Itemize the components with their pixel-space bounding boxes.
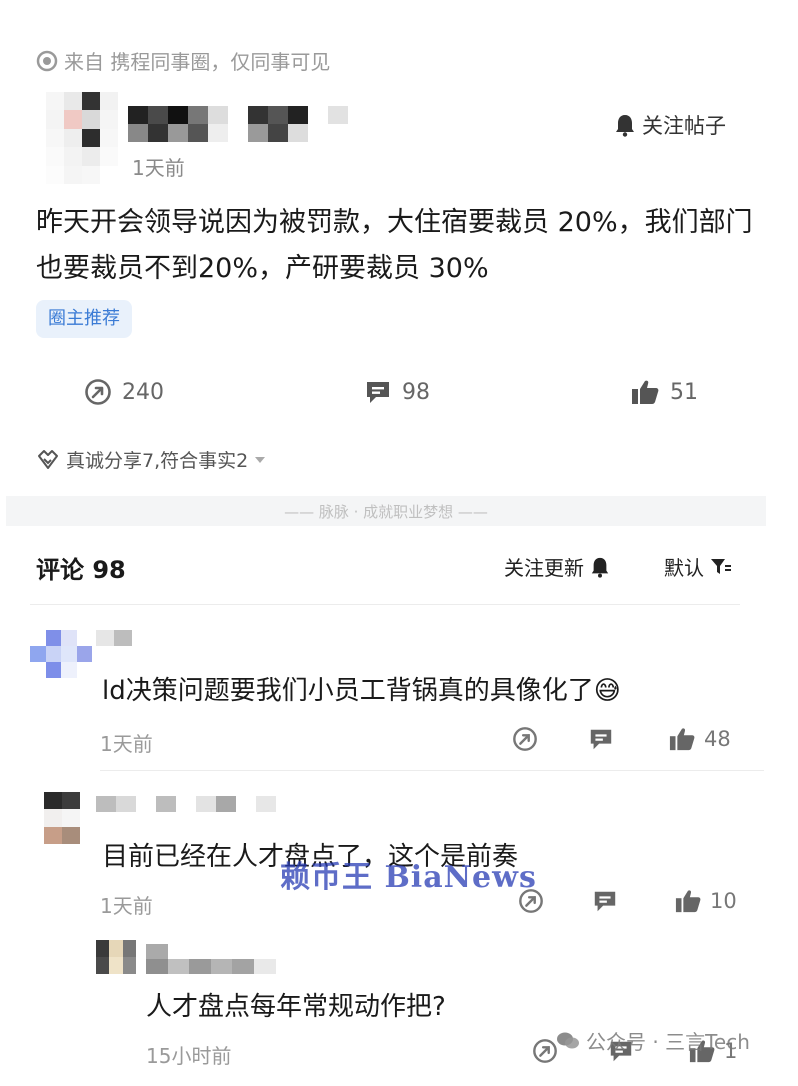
post-source-text: 来自 携程同事圈，仅同事可见 bbox=[64, 50, 331, 74]
wechat-watermark: 公众号 · 三言Tech bbox=[556, 1026, 750, 1055]
comment-bubble-icon bbox=[592, 888, 618, 914]
thumbs-up-icon bbox=[674, 888, 702, 914]
share-arrow-icon bbox=[512, 726, 538, 752]
comment-stat[interactable]: 98 bbox=[364, 378, 430, 406]
sweat-smile-emoji: 😅 bbox=[593, 676, 621, 706]
reply-text: 人才盘点每年常规动作把? bbox=[146, 992, 446, 1022]
bell-icon bbox=[590, 556, 610, 578]
avatar[interactable] bbox=[30, 630, 92, 678]
comment-count: 98 bbox=[402, 379, 430, 405]
bell-icon bbox=[614, 113, 636, 137]
comment-like-button[interactable]: 48 bbox=[668, 726, 731, 752]
share-stat[interactable]: 240 bbox=[84, 378, 164, 406]
reply-time: 15小时前 bbox=[146, 1044, 232, 1068]
like-count: 51 bbox=[670, 379, 698, 405]
brand-divider: —— 脉脉 · 成就职业梦想 —— bbox=[6, 496, 766, 526]
comment-time: 1天前 bbox=[100, 732, 153, 756]
comment-reply-button[interactable] bbox=[588, 726, 614, 752]
follow-post-label: 关注帖子 bbox=[642, 114, 726, 138]
like-stat[interactable]: 51 bbox=[630, 378, 698, 406]
avatar[interactable] bbox=[44, 792, 80, 844]
comment-text: ld决策问题要我们小员工背锅真的具像化了😅 bbox=[102, 670, 621, 707]
comment-bubble-icon bbox=[588, 726, 614, 752]
sort-button[interactable]: 默认 bbox=[664, 552, 732, 581]
comment-time: 1天前 bbox=[100, 894, 153, 918]
chevron-down-icon bbox=[254, 455, 266, 465]
follow-updates-label: 关注更新 bbox=[504, 556, 584, 580]
reaction-summary-text: 真诚分享7,符合事实2 bbox=[66, 450, 249, 472]
share-arrow-icon bbox=[532, 1038, 558, 1064]
separator bbox=[100, 770, 764, 771]
reply-share-button[interactable] bbox=[532, 1038, 558, 1064]
wechat-icon bbox=[556, 1031, 580, 1051]
comment-like-button[interactable]: 10 bbox=[674, 888, 737, 914]
comment-reply-button[interactable] bbox=[592, 888, 618, 914]
overlay-watermark: 赖币王 BiaNews bbox=[280, 860, 537, 895]
thumbs-up-icon bbox=[630, 378, 660, 406]
comment-text-body: ld决策问题要我们小员工背锅真的具像化了 bbox=[102, 676, 594, 706]
eye-circle-icon bbox=[36, 50, 58, 72]
comment-like-count: 10 bbox=[710, 889, 737, 913]
share-arrow-icon bbox=[84, 378, 112, 406]
post-time: 1天前 bbox=[132, 156, 185, 180]
comment-bubble-icon bbox=[364, 378, 392, 406]
avatar[interactable] bbox=[96, 940, 136, 974]
separator bbox=[30, 604, 740, 605]
username-mosaic[interactable] bbox=[96, 630, 132, 646]
comment-like-count: 48 bbox=[704, 727, 731, 751]
post-source: 来自 携程同事圈，仅同事可见 bbox=[36, 46, 330, 75]
follow-updates-button[interactable]: 关注更新 bbox=[504, 552, 610, 581]
recommend-badge[interactable]: 圈主推荐 bbox=[36, 300, 132, 338]
avatar[interactable] bbox=[46, 92, 118, 184]
reaction-summary[interactable]: 真诚分享7,符合事实2 bbox=[36, 446, 266, 473]
filter-sort-icon bbox=[710, 557, 732, 577]
share-count: 240 bbox=[122, 379, 164, 405]
wechat-watermark-text: 公众号 · 三言Tech bbox=[586, 1030, 750, 1054]
post-content: 昨天开会领导说因为被罚款，大住宿要裁员 20%，我们部门也要裁员不到20%，产研… bbox=[36, 207, 753, 284]
follow-post-button[interactable]: 关注帖子 bbox=[614, 110, 726, 140]
handshake-icon bbox=[36, 448, 60, 472]
thumbs-up-icon bbox=[668, 726, 696, 752]
username-mosaic[interactable] bbox=[96, 796, 276, 812]
username-mosaic[interactable] bbox=[146, 944, 276, 974]
comments-title: 评论 98 bbox=[36, 556, 126, 584]
comment-share-button[interactable] bbox=[512, 726, 538, 752]
sort-label: 默认 bbox=[664, 556, 704, 580]
username-mosaic[interactable] bbox=[128, 106, 368, 142]
